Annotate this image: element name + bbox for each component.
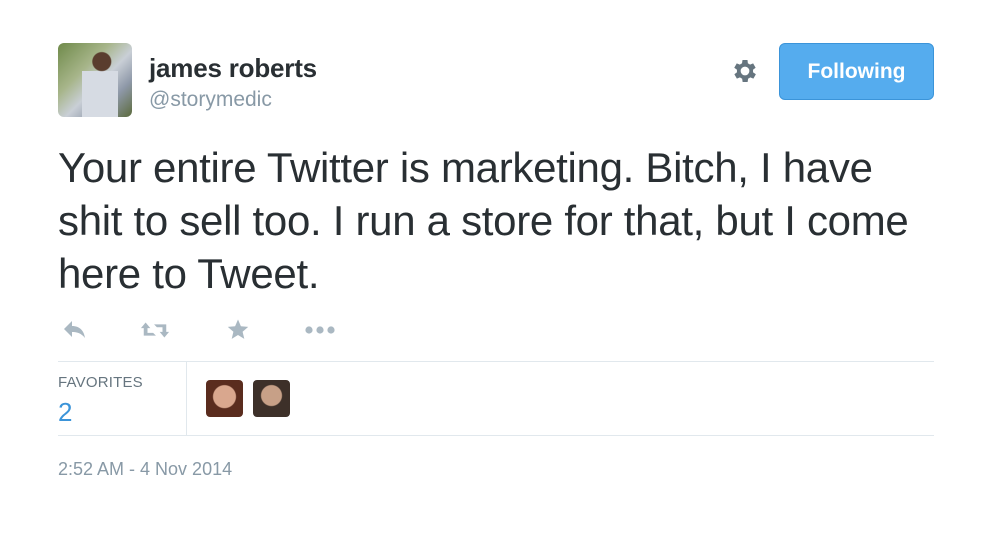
gear-icon[interactable] — [728, 54, 762, 88]
reply-icon[interactable] — [60, 316, 90, 344]
user-handle[interactable]: @storymedic — [149, 88, 272, 112]
more-dots-icon[interactable] — [302, 316, 338, 344]
tweet-card: james roberts @storymedic Following Your… — [0, 0, 996, 535]
tweet-text: Your entire Twitter is marketing. Bitch,… — [58, 144, 909, 297]
stats-divider — [186, 362, 187, 435]
retweet-icon[interactable] — [140, 316, 170, 344]
avatar-figure — [82, 49, 118, 117]
user-display-name[interactable]: james roberts — [149, 53, 317, 84]
favorites-label: FAVORITES — [58, 374, 143, 391]
favorite-star-icon[interactable] — [223, 316, 253, 344]
user-avatar[interactable] — [58, 43, 132, 117]
tweet-timestamp[interactable]: 2:52 AM - 4 Nov 2014 — [58, 459, 232, 480]
gear-icon-svg — [734, 60, 756, 82]
favoriter-avatar[interactable] — [253, 380, 290, 417]
divider-bottom — [58, 435, 934, 436]
favoriter-avatar[interactable] — [206, 380, 243, 417]
divider-top — [58, 361, 934, 362]
favorites-count[interactable]: 2 — [58, 397, 72, 428]
following-button[interactable]: Following — [779, 43, 934, 100]
